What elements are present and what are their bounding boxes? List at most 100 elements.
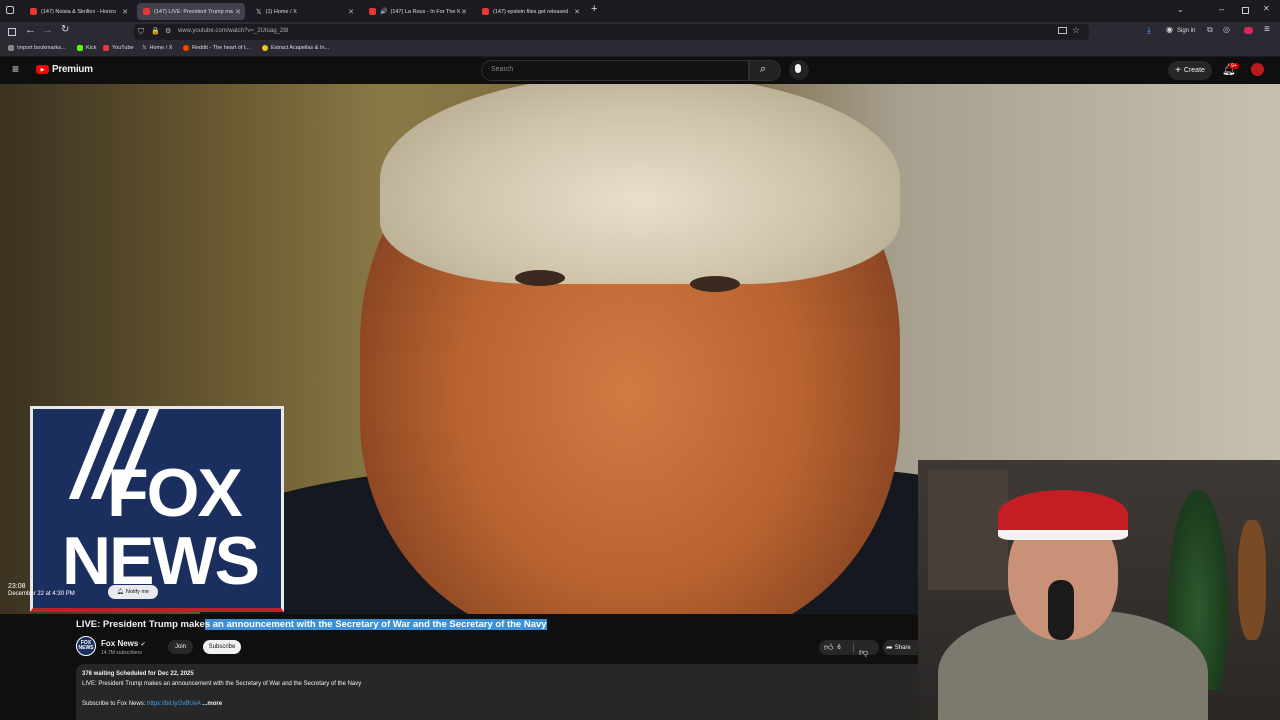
notification-badge: 9+ (1229, 63, 1239, 69)
description-link[interactable]: https://bit.ly/2vBUvA (147, 701, 201, 707)
bookmark-label: Extract Acapellas & In... (271, 45, 330, 51)
video-frame-eye-right (690, 276, 740, 292)
tab-label: (147) LIVE: President Trump ma (154, 8, 233, 15)
youtube-favicon-icon (369, 8, 376, 15)
more-link[interactable]: ...more (201, 701, 222, 707)
search-input[interactable]: Search (481, 60, 749, 81)
url-text[interactable]: www.youtube.com/watch?v=_2Utoag_2t8 (178, 28, 288, 34)
close-icon[interactable]: ✕ (574, 8, 580, 16)
like-count: 6 (837, 644, 841, 651)
new-tab-icon[interactable]: + (591, 3, 597, 15)
bookmark-label: Import bookmarks... (17, 45, 66, 51)
bookmark-home-x[interactable]: 𝕏 Home / X (142, 45, 172, 51)
plus-icon: + (1175, 65, 1181, 76)
notify-me-button[interactable]: 🔔︎ Notify me (108, 585, 158, 599)
like-button[interactable]: 👍︎ 6 (824, 642, 841, 653)
extension-red-icon[interactable] (1244, 27, 1253, 34)
description-box[interactable] (76, 664, 919, 720)
share-button[interactable]: ➦ Share (883, 640, 919, 655)
webcam-overlay (918, 460, 1280, 720)
tab-la-roux[interactable]: 🔊 (147) La Roux - In For The K ✕ (363, 3, 471, 20)
video-frame-eye-left (515, 270, 565, 286)
dislike-button[interactable]: 👎︎ (859, 642, 868, 660)
channel-name[interactable]: Fox News ✔ (101, 639, 146, 648)
sidebar-toggle-icon[interactable] (8, 28, 16, 36)
search-placeholder: Search (491, 66, 514, 73)
premium-label: Premium (52, 64, 93, 75)
title-selected-text: s an announcement with the Secretary of … (204, 619, 547, 630)
bookmark-kick[interactable]: Kick (77, 45, 96, 51)
bookmark-youtube[interactable]: YouTube (103, 45, 134, 51)
reader-view-icon[interactable] (1058, 27, 1067, 34)
reload-icon[interactable]: ↻ (61, 24, 69, 35)
webcam-santa-hat (998, 490, 1128, 540)
acapella-icon (262, 45, 268, 51)
youtube-favicon-icon (482, 8, 489, 15)
minimize-icon[interactable]: – (1219, 4, 1224, 14)
window-close-icon[interactable]: ✕ (1263, 4, 1270, 13)
description-meta: 376 waiting Scheduled for Dec 22, 2025 (82, 671, 194, 677)
close-icon[interactable]: ✕ (348, 8, 354, 16)
premiere-countdown: 23:08 December 22 at 4:30 PM (8, 582, 75, 599)
subscriber-count: 14.7M subscribers (101, 650, 142, 656)
countdown-time: 23:08 (8, 583, 26, 590)
bookmark-label: Kick (86, 45, 97, 51)
extensions-icon[interactable]: ⧉ (1207, 25, 1213, 35)
youtube-icon (103, 45, 109, 51)
youtube-logo[interactable]: ▶ Premium (36, 64, 93, 75)
tab-label: (1) Home / X (265, 8, 297, 15)
tab-label: (147) epstein files get released (493, 8, 569, 15)
avatar[interactable] (1251, 63, 1264, 76)
bookmark-acapellas[interactable]: Extract Acapellas & In... (262, 45, 329, 51)
shield-icon[interactable]: ⛉ (138, 27, 144, 37)
forward-icon[interactable]: → (42, 24, 53, 36)
speaker-icon[interactable]: 🔊 (380, 8, 387, 15)
fox-logo-line1: FOX (107, 455, 243, 531)
download-icon[interactable]: ⤓ (1147, 25, 1151, 36)
x-logo-icon: 𝕏 (142, 45, 147, 51)
search-icon: ⌕ (760, 63, 767, 75)
list-tabs-icon[interactable]: ⌄ (1177, 5, 1184, 14)
create-button[interactable]: + Create (1168, 61, 1212, 80)
maximize-icon[interactable] (1242, 7, 1249, 14)
video-frame-hair (380, 84, 900, 284)
bookmark-star-icon[interactable]: ☆ (1072, 25, 1080, 36)
tab-epstein[interactable]: (147) epstein files get released ✕ (476, 3, 584, 20)
bookmark-label: YouTube (112, 45, 134, 51)
menu-icon[interactable]: ≡ (1264, 24, 1270, 35)
tab-home-x[interactable]: 𝕏 (1) Home / X ✕ (250, 3, 358, 20)
import-icon (8, 45, 14, 51)
lock-icon[interactable]: 🔒 (151, 27, 160, 35)
tab-noisia[interactable]: (147) Noisia & Skrillex - Horizo ✕ (24, 3, 132, 20)
thumbs-down-icon: 👎︎ (859, 647, 869, 657)
voice-search-button[interactable] (789, 60, 809, 80)
tab-live-trump[interactable]: (147) LIVE: President Trump ma ✕ (137, 3, 245, 20)
create-label: Create (1183, 67, 1205, 74)
webcam-microphone (1048, 580, 1074, 640)
close-icon[interactable]: ✕ (122, 8, 128, 16)
video-title[interactable]: LIVE: President Trump makes an announcem… (76, 619, 547, 630)
close-icon[interactable]: ✕ (235, 8, 241, 16)
guide-menu-icon[interactable]: ≡ (12, 62, 19, 76)
share-label: Share (894, 644, 911, 651)
channel-avatar[interactable]: FOX NEWS (76, 636, 96, 656)
bookmark-reddit[interactable]: Reddit - The heart of t... (183, 45, 250, 51)
close-icon[interactable]: ✕ (461, 8, 467, 16)
screenshot-icon[interactable]: ◎ (1223, 25, 1230, 34)
search-button[interactable]: ⌕ (749, 60, 781, 81)
page-settings-icon[interactable]: ⚙ (165, 27, 171, 35)
webcam-wall-shelf (928, 470, 1008, 590)
back-icon[interactable]: ← (25, 24, 36, 36)
thumbs-up-icon: 👍︎ (824, 642, 834, 652)
subscribe-button[interactable]: Subscribe (203, 640, 241, 654)
description-line1: LIVE: President Trump makes an announcem… (82, 681, 362, 687)
reddit-icon (183, 45, 189, 51)
browser-tab-bar: (147) Noisia & Skrillex - Horizo ✕ (147)… (0, 0, 1280, 22)
youtube-favicon-icon (30, 8, 37, 15)
youtube-play-icon: ▶ (36, 65, 49, 74)
tab-overview-icon[interactable] (6, 6, 14, 14)
sign-in-label[interactable]: Sign in (1177, 28, 1195, 34)
bookmark-import[interactable]: Import bookmarks... (8, 45, 66, 51)
account-icon[interactable]: ◉ (1166, 25, 1173, 34)
join-button[interactable]: Join (168, 640, 193, 654)
